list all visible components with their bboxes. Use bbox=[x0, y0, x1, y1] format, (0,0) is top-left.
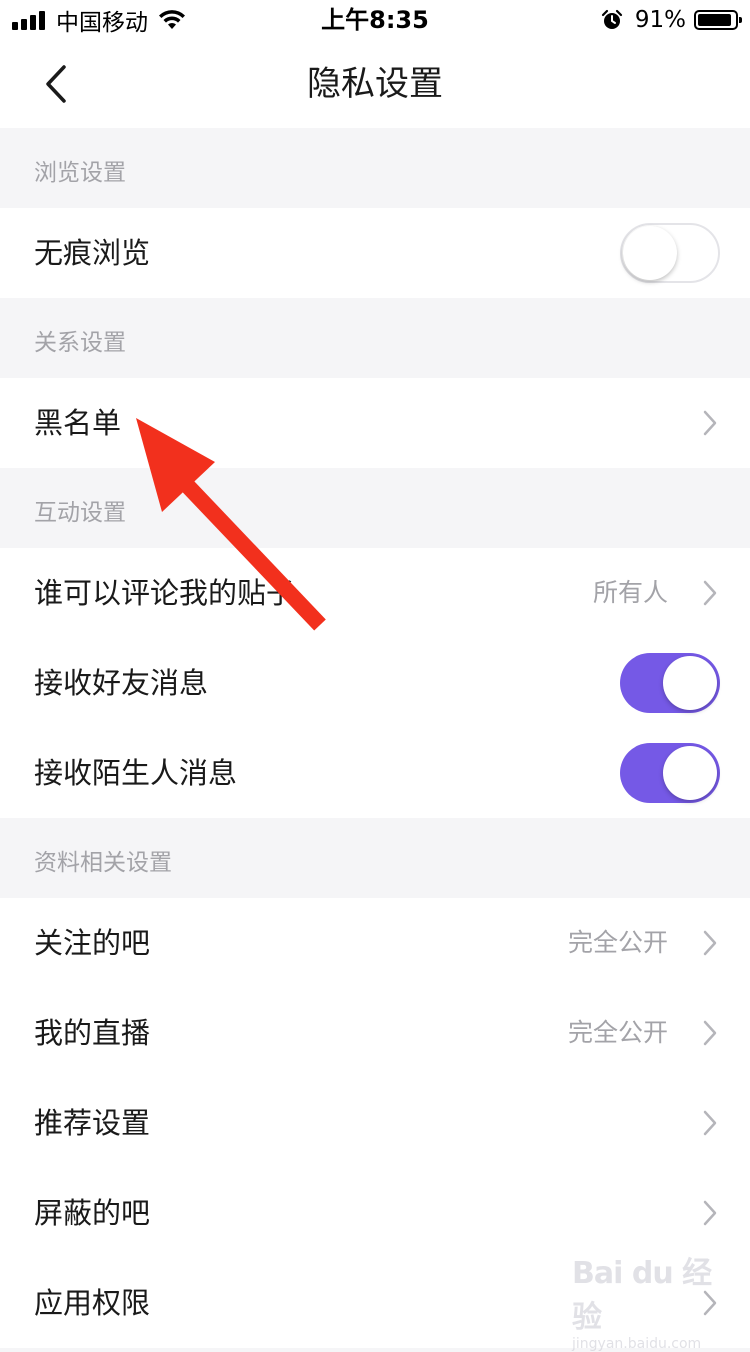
row-label: 接收好友消息 bbox=[34, 666, 209, 700]
chevron-right-icon bbox=[703, 1110, 717, 1136]
status-left: 中国移动 bbox=[12, 0, 186, 40]
alarm-icon bbox=[601, 9, 622, 29]
row-label: 应用权限 bbox=[34, 1286, 151, 1320]
chevron-right-icon bbox=[703, 580, 717, 606]
settings-row-my-live[interactable]: 我的直播 完全公开 bbox=[0, 988, 750, 1078]
wifi-icon bbox=[159, 10, 185, 29]
row-label: 黑名单 bbox=[34, 406, 122, 440]
row-label: 推荐设置 bbox=[34, 1106, 151, 1140]
toggle-knob bbox=[663, 746, 717, 800]
settings-row-stranger-messages: 接收陌生人消息 bbox=[0, 728, 750, 818]
chevron-right-icon bbox=[703, 930, 717, 956]
nav-bar: 隐私设置 bbox=[0, 40, 750, 128]
page-title: 隐私设置 bbox=[307, 64, 443, 104]
section-header-relations: 关系设置 bbox=[0, 298, 750, 378]
stranger-messages-toggle[interactable] bbox=[620, 743, 720, 803]
settings-row-friend-messages: 接收好友消息 bbox=[0, 638, 750, 728]
row-label: 我的直播 bbox=[34, 1016, 151, 1050]
friend-messages-toggle[interactable] bbox=[620, 653, 720, 713]
chevron-left-icon bbox=[46, 65, 66, 103]
settings-row-incognito: 无痕浏览 bbox=[0, 208, 750, 298]
settings-row-followed-bars[interactable]: 关注的吧 完全公开 bbox=[0, 898, 750, 988]
carrier-name: 中国移动 bbox=[56, 10, 148, 36]
row-label: 关注的吧 bbox=[34, 926, 151, 960]
section-header-profile: 资料相关设置 bbox=[0, 818, 750, 898]
incognito-toggle[interactable] bbox=[620, 223, 720, 283]
settings-row-blocked-bars[interactable]: 屏蔽的吧 bbox=[0, 1168, 750, 1258]
settings-row-blacklist[interactable]: 黑名单 bbox=[0, 378, 750, 468]
section-header-interaction: 互动设置 bbox=[0, 468, 750, 548]
row-label: 谁可以评论我的贴子 bbox=[34, 576, 296, 610]
back-button[interactable] bbox=[30, 58, 82, 110]
chevron-right-icon bbox=[703, 1200, 717, 1226]
signal-icon bbox=[12, 10, 48, 30]
battery-icon bbox=[694, 10, 742, 30]
chevron-right-icon bbox=[703, 410, 717, 436]
settings-row-comment-permission[interactable]: 谁可以评论我的贴子 所有人 bbox=[0, 548, 750, 638]
row-label: 接收陌生人消息 bbox=[34, 756, 238, 790]
row-value: 所有人 bbox=[592, 578, 668, 607]
row-label: 屏蔽的吧 bbox=[34, 1196, 151, 1230]
row-value: 完全公开 bbox=[567, 928, 668, 957]
toggle-knob bbox=[663, 656, 717, 710]
chevron-right-icon bbox=[703, 1020, 717, 1046]
battery-percent: 91% bbox=[634, 7, 686, 33]
settings-row-recommend[interactable]: 推荐设置 bbox=[0, 1078, 750, 1168]
row-value: 完全公开 bbox=[567, 1018, 668, 1047]
settings-row-app-permissions[interactable]: 应用权限 bbox=[0, 1258, 750, 1348]
row-label: 无痕浏览 bbox=[34, 236, 151, 270]
section-header-browse: 浏览设置 bbox=[0, 128, 750, 208]
status-right: 91% bbox=[601, 0, 742, 40]
status-bar: 中国移动 上午8:35 91% bbox=[0, 0, 750, 40]
toggle-knob bbox=[623, 226, 677, 280]
chevron-right-icon bbox=[703, 1290, 717, 1316]
